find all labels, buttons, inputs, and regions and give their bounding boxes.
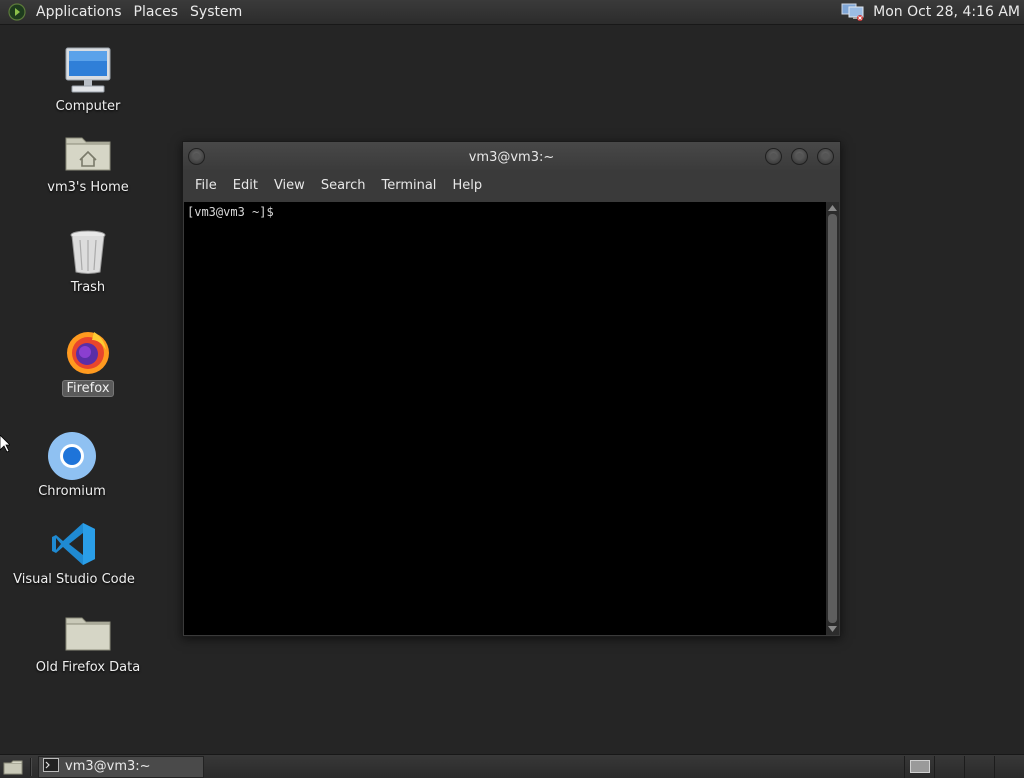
taskbar-button-label: vm3@vm3:~: [65, 759, 151, 774]
menu-search[interactable]: Search: [313, 172, 374, 200]
window-titlebar[interactable]: vm3@vm3:~: [183, 142, 840, 172]
home-folder-icon: [62, 126, 114, 178]
show-desktop-icon[interactable]: [2, 758, 24, 776]
menu-edit[interactable]: Edit: [225, 172, 266, 200]
scroll-up-arrow-icon[interactable]: [826, 203, 839, 213]
taskbar-button-terminal[interactable]: vm3@vm3:~: [38, 755, 204, 778]
main-menu-bar: Applications Places System: [0, 0, 248, 25]
maximize-button[interactable]: [791, 148, 808, 165]
desktop-icon-label: Visual Studio Code: [13, 572, 135, 587]
workspace-2[interactable]: [934, 755, 964, 778]
desktop-icon-label: Chromium: [38, 484, 106, 499]
desktop-icon-computer[interactable]: Computer: [18, 45, 158, 114]
firefox-icon: [62, 326, 114, 378]
desktop-icon-firefox[interactable]: Firefox: [18, 326, 158, 397]
desktop-icon-label: Firefox: [62, 380, 114, 397]
terminal-window: vm3@vm3:~ File Edit View Search Terminal…: [182, 141, 841, 637]
terminal-output[interactable]: [vm3@vm3 ~]$: [184, 202, 826, 635]
menu-help[interactable]: Help: [444, 172, 490, 200]
system-menu[interactable]: System: [184, 0, 248, 25]
scrollbar-thumb[interactable]: [828, 214, 837, 623]
close-button[interactable]: [817, 148, 834, 165]
mouse-pointer-icon: [0, 434, 11, 457]
clock[interactable]: Mon Oct 28, 4:16 AM: [873, 4, 1020, 20]
window-title: vm3@vm3:~: [468, 149, 555, 165]
applications-menu[interactable]: Applications: [30, 0, 128, 25]
desktop-icon-label: Trash: [70, 280, 106, 295]
bottom-panel: vm3@vm3:~: [0, 754, 1024, 778]
top-panel: Applications Places System Mon Oct 28, 4…: [0, 0, 1024, 25]
menu-view[interactable]: View: [266, 172, 313, 200]
folder-icon: [62, 606, 114, 658]
trash-icon: [62, 226, 114, 278]
shell-prompt: [vm3@vm3 ~]$: [187, 205, 274, 219]
minimize-button[interactable]: [765, 148, 782, 165]
workspace-switcher: [904, 755, 1024, 778]
workspace-4[interactable]: [994, 755, 1024, 778]
workspace-1[interactable]: [904, 755, 934, 778]
vscode-icon: [48, 518, 100, 570]
panel-separator: [30, 757, 32, 776]
terminal-scrollbar[interactable]: [826, 202, 839, 635]
chromium-icon: [46, 430, 98, 482]
desktop-icon-home[interactable]: vm3's Home: [18, 126, 158, 195]
workspace-3[interactable]: [964, 755, 994, 778]
desktop-icon-label: Computer: [55, 99, 121, 114]
network-disconnected-icon[interactable]: [841, 2, 865, 22]
menu-file[interactable]: File: [187, 172, 225, 200]
window-menu-button[interactable]: [188, 148, 205, 165]
menu-terminal[interactable]: Terminal: [373, 172, 444, 200]
distro-logo-icon[interactable]: [8, 3, 26, 21]
desktop-icon-label: vm3's Home: [47, 180, 129, 195]
desktop-icon-label: Old Firefox Data: [35, 660, 141, 675]
desktop-icon-chromium[interactable]: Chromium: [2, 430, 142, 499]
computer-icon: [62, 45, 114, 97]
desktop-icon-trash[interactable]: Trash: [18, 226, 158, 295]
terminal-menubar: File Edit View Search Terminal Help: [183, 172, 840, 200]
desktop-icon-vscode[interactable]: Visual Studio Code: [4, 518, 144, 587]
scroll-down-arrow-icon[interactable]: [826, 624, 839, 634]
desktop-icon-old-firefox-data[interactable]: Old Firefox Data: [18, 606, 158, 675]
terminal-icon: [43, 757, 59, 776]
places-menu[interactable]: Places: [128, 0, 185, 25]
